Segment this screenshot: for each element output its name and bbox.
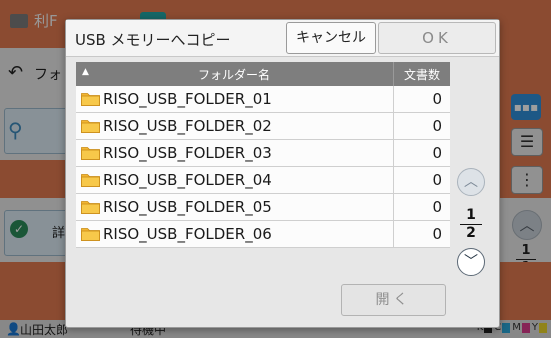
folder-table: ▲ フォルダー名 文書数 RISO_USB_FOLDER_01 0 RISO_USB… — [76, 62, 450, 248]
document-count: 0 — [432, 225, 442, 243]
folder-name: RISO_USB_FOLDER_05 — [103, 198, 272, 216]
open-button[interactable]: 開く — [341, 284, 446, 316]
page-indicator: 1 2 — [457, 208, 485, 241]
folder-icon — [81, 201, 100, 214]
table-row[interactable]: RISO_USB_FOLDER_04 0 — [76, 167, 450, 194]
column-header-folder-name[interactable]: フォルダー名 — [76, 66, 392, 83]
folder-name: RISO_USB_FOLDER_01 — [103, 90, 272, 108]
page-total: 2 — [466, 225, 476, 241]
usb-copy-dialog: USB メモリーへコピー キャンセル OK ▲ フォルダー名 文書数 RISO_… — [65, 19, 500, 328]
ok-button[interactable]: OK — [378, 22, 496, 54]
folder-icon — [81, 228, 100, 241]
table-row[interactable]: RISO_USB_FOLDER_05 0 — [76, 194, 450, 221]
folder-icon — [81, 147, 100, 160]
document-count: 0 — [432, 198, 442, 216]
table-row[interactable]: RISO_USB_FOLDER_06 0 — [76, 221, 450, 248]
dialog-header: USB メモリーへコピー キャンセル OK — [66, 20, 499, 57]
table-body: RISO_USB_FOLDER_01 0 RISO_USB_FOLDER_02 0 RI… — [76, 86, 450, 248]
table-row[interactable]: RISO_USB_FOLDER_03 0 — [76, 140, 450, 167]
page-up-button[interactable]: ︿ — [457, 168, 485, 196]
dialog-title: USB メモリーへコピー — [75, 31, 231, 49]
folder-name: RISO_USB_FOLDER_06 — [103, 225, 272, 243]
folder-icon — [81, 93, 100, 106]
document-count: 0 — [432, 171, 442, 189]
document-count: 0 — [432, 90, 442, 108]
document-count: 0 — [432, 117, 442, 135]
folder-icon — [81, 174, 100, 187]
page-current: 1 — [466, 207, 476, 223]
folder-name: RISO_USB_FOLDER_03 — [103, 144, 272, 162]
table-row[interactable]: RISO_USB_FOLDER_01 0 — [76, 86, 450, 113]
table-row[interactable]: RISO_USB_FOLDER_02 0 — [76, 113, 450, 140]
cancel-button[interactable]: キャンセル — [286, 22, 376, 54]
table-header: ▲ フォルダー名 文書数 — [76, 62, 450, 86]
column-header-document-count[interactable]: 文書数 — [394, 66, 450, 83]
folder-name: RISO_USB_FOLDER_04 — [103, 171, 272, 189]
folder-name: RISO_USB_FOLDER_02 — [103, 117, 272, 135]
page-down-button[interactable]: ﹀ — [457, 248, 485, 276]
document-count: 0 — [432, 144, 442, 162]
folder-icon — [81, 120, 100, 133]
